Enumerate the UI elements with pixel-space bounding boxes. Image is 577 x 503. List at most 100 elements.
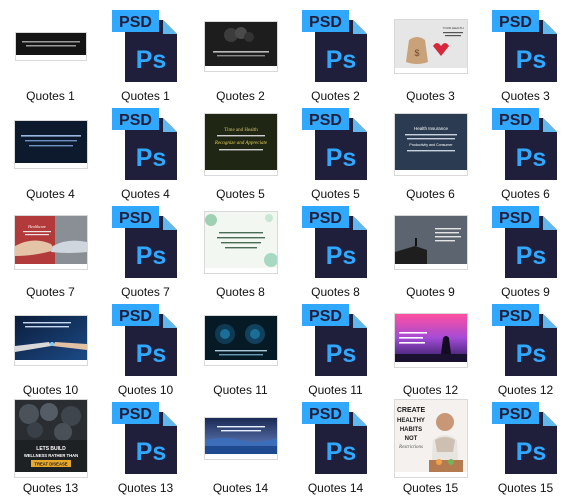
psd-file-item[interactable]: PSD Ps Quotes 9 — [478, 204, 573, 302]
svg-text:Ps: Ps — [135, 340, 166, 368]
olive-text-thumbnail: Time and Health Recognize and Appreciate — [193, 106, 288, 182]
image-file-item[interactable]: Quotes 8 — [193, 204, 288, 302]
svg-text:PSD: PSD — [499, 406, 532, 423]
file-name-label: Quotes 3 — [501, 89, 550, 103]
svg-text:Ps: Ps — [515, 46, 546, 74]
psd-file-item[interactable]: PSD Ps Quotes 14 — [288, 400, 383, 498]
photoshop-file-icon: PSD Ps — [478, 302, 573, 378]
healthy-habits-thumbnail: CREATE HEALTHY HABITS NOT Restrictions — [383, 399, 478, 476]
psd-file-item[interactable]: PSD Ps Quotes 10 — [98, 302, 193, 400]
svg-text:Ps: Ps — [515, 144, 546, 172]
file-name-label: Quotes 14 — [212, 481, 269, 495]
file-name-label: Quotes 2 — [311, 89, 360, 103]
file-name-label: Quotes 6 — [406, 187, 455, 201]
svg-text:Ps: Ps — [515, 438, 546, 466]
psd-file-item[interactable]: PSD Ps Quotes 15 — [478, 400, 573, 498]
photoshop-file-icon: PSD Ps — [98, 8, 193, 84]
svg-text:PSD: PSD — [119, 308, 152, 325]
svg-text:PSD: PSD — [309, 308, 342, 325]
image-file-item[interactable]: CREATE HEALTHY HABITS NOT Restrictions Q… — [383, 399, 478, 498]
file-name-label: Quotes 8 — [216, 285, 265, 299]
psd-file-item[interactable]: PSD Ps Quotes 4 — [98, 106, 193, 204]
file-name-label: Quotes 1 — [121, 89, 170, 103]
image-file-item[interactable]: Quotes 11 — [193, 302, 288, 400]
file-name-label: Quotes 6 — [501, 187, 550, 201]
svg-text:PSD: PSD — [309, 14, 342, 31]
svg-text:HABITS: HABITS — [399, 427, 421, 433]
psd-file-item[interactable]: PSD Ps Quotes 6 — [478, 106, 573, 204]
file-name-label: Quotes 8 — [311, 285, 360, 299]
file-name-label: Quotes 14 — [307, 481, 364, 495]
svg-text:TREAT DISEASE: TREAT DISEASE — [34, 461, 67, 466]
svg-text:Time and Health: Time and Health — [224, 128, 258, 133]
photoshop-file-icon: PSD Ps — [98, 302, 193, 378]
svg-text:NOT: NOT — [404, 436, 417, 442]
image-file-item[interactable]: Quotes 12 — [383, 302, 478, 400]
image-file-item[interactable]: Quotes 9 — [383, 204, 478, 302]
night-sky-thumbnail — [193, 400, 288, 476]
psd-file-item[interactable]: PSD Ps Quotes 13 — [98, 400, 193, 498]
psd-file-item[interactable]: PSD Ps Quotes 3 — [478, 8, 573, 106]
svg-text:PSD: PSD — [119, 406, 152, 423]
image-file-item[interactable]: Quotes 4 — [3, 106, 98, 204]
svg-text:PSD: PSD — [309, 210, 342, 227]
psd-file-item[interactable]: PSD Ps Quotes 1 — [98, 8, 193, 106]
photoshop-file-icon: PSD Ps — [98, 400, 193, 476]
file-name-label: Quotes 9 — [406, 285, 455, 299]
svg-text:PSD: PSD — [309, 406, 342, 423]
file-name-label: Quotes 12 — [497, 383, 554, 397]
svg-text:Ps: Ps — [325, 242, 356, 270]
svg-text:Ps: Ps — [135, 242, 166, 270]
psd-file-item[interactable]: PSD Ps Quotes 5 — [288, 106, 383, 204]
svg-text:$: $ — [414, 48, 419, 58]
floral-light-thumbnail — [193, 204, 288, 280]
image-file-item[interactable]: Time and Health Recognize and Appreciate… — [193, 106, 288, 204]
svg-text:PSD: PSD — [309, 112, 342, 129]
svg-text:Ps: Ps — [325, 438, 356, 466]
svg-text:PSD: PSD — [119, 112, 152, 129]
money-bag-thumbnail: $ YOUR HEALTH — [383, 8, 478, 84]
file-name-label: Quotes 5 — [311, 187, 360, 201]
blue-tech-thumbnail — [3, 106, 98, 182]
svg-text:Restrictions: Restrictions — [398, 445, 423, 450]
photoshop-file-icon: PSD Ps — [288, 204, 383, 280]
file-name-label: Quotes 4 — [26, 187, 75, 201]
image-file-item[interactable]: Quotes 14 — [193, 400, 288, 498]
svg-text:PSD: PSD — [499, 308, 532, 325]
svg-text:YOUR HEALTH: YOUR HEALTH — [442, 26, 463, 30]
photoshop-file-icon: PSD Ps — [98, 204, 193, 280]
svg-text:Ps: Ps — [325, 340, 356, 368]
file-name-label: Quotes 10 — [22, 383, 79, 397]
svg-text:WELLNESS RATHER THAN: WELLNESS RATHER THAN — [23, 453, 77, 458]
svg-text:Ps: Ps — [515, 340, 546, 368]
image-file-item[interactable]: $ YOUR HEALTH Quotes 3 — [383, 8, 478, 106]
handshake-thumbnail: Healthcare — [3, 204, 98, 280]
svg-text:Health Insurance: Health Insurance — [413, 126, 448, 131]
image-file-item[interactable]: Quotes 1 — [3, 8, 98, 106]
psd-file-item[interactable]: PSD Ps Quotes 2 — [288, 8, 383, 106]
psd-file-item[interactable]: PSD Ps Quotes 12 — [478, 302, 573, 400]
svg-text:Recognize and Appreciate: Recognize and Appreciate — [213, 141, 267, 146]
svg-text:LETS BUILD: LETS BUILD — [36, 446, 66, 452]
photoshop-file-icon: PSD Ps — [288, 400, 383, 476]
file-grid: Quotes 1 PSD Ps Quotes 1 Quotes 2 PSD Ps… — [0, 0, 577, 503]
image-file-item[interactable]: Quotes 10 — [3, 302, 98, 400]
file-name-label: Quotes 7 — [121, 285, 170, 299]
svg-text:CREATE: CREATE — [396, 407, 425, 414]
blue-grey-text-thumbnail: Health Insurance Productivity and Consum… — [383, 106, 478, 182]
file-name-label: Quotes 4 — [121, 187, 170, 201]
photoshop-file-icon: PSD Ps — [478, 204, 573, 280]
psd-file-item[interactable]: PSD Ps Quotes 7 — [98, 204, 193, 302]
psd-file-item[interactable]: PSD Ps Quotes 8 — [288, 204, 383, 302]
file-name-label: Quotes 13 — [117, 481, 174, 495]
file-name-label: Quotes 11 — [213, 383, 268, 397]
robot-hand-thumbnail — [3, 302, 98, 378]
file-name-label: Quotes 15 — [497, 481, 554, 495]
psd-file-item[interactable]: PSD Ps Quotes 11 — [288, 302, 383, 400]
image-file-item[interactable]: Quotes 2 — [193, 8, 288, 106]
image-file-item[interactable]: Healthcare Quotes 7 — [3, 204, 98, 302]
image-file-item[interactable]: Health Insurance Productivity and Consum… — [383, 106, 478, 204]
file-name-label: Quotes 13 — [22, 481, 79, 495]
image-file-item[interactable]: LETS BUILD WELLNESS RATHER THAN TREAT DI… — [3, 399, 98, 498]
dark-banner-thumbnail — [3, 8, 98, 84]
